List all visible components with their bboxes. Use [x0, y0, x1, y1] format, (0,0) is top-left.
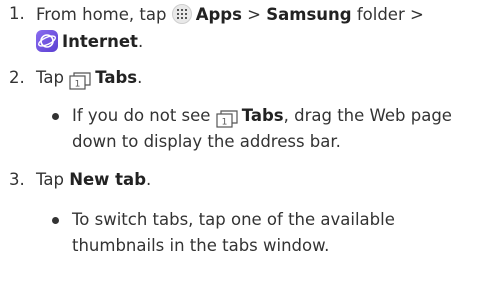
step-text-line: From home, tap Apps > Samsung folder >	[36, 4, 424, 25]
bullet-dot	[52, 113, 59, 120]
step-text-line: Tap 1 Tabs.	[36, 68, 142, 92]
tabs-icon: 1	[69, 72, 91, 92]
step-text: Tap	[36, 68, 70, 87]
samsung-label: Samsung	[266, 5, 352, 24]
step-number: 1.	[9, 4, 25, 23]
bullet-dot	[52, 217, 59, 224]
apps-label: Apps	[195, 5, 242, 24]
tabs-icon: 1	[216, 110, 238, 130]
bullet-text-line: If you do not see 1 Tabs, drag the Web p…	[72, 106, 452, 130]
step-text-line: Tap New tab.	[36, 170, 151, 190]
step-number: 2.	[9, 68, 25, 87]
bullet-text-line: thumbnails in the tabs window.	[72, 236, 330, 255]
step-text: .	[146, 170, 152, 189]
samsung-internet-icon	[36, 30, 58, 52]
new-tab-label: New tab	[69, 170, 147, 189]
internet-label: Internet	[62, 32, 138, 51]
step-number: 3.	[9, 170, 25, 189]
tabs-icon-digit: 1	[221, 118, 227, 128]
bullet-text-line: To switch tabs, tap one of the available	[72, 210, 395, 229]
step-text-line: Internet.	[36, 30, 143, 52]
step-text: From home, tap	[36, 5, 172, 24]
bullet-text: If you do not see	[72, 106, 216, 125]
step-text: Tap	[36, 170, 70, 189]
bullet-text: , drag the Web page	[283, 106, 452, 125]
step-text: .	[137, 32, 144, 51]
tabs-icon-digit: 1	[75, 80, 81, 90]
tabs-label: Tabs	[241, 106, 284, 125]
separator: >	[241, 5, 267, 24]
step-text: .	[137, 68, 143, 87]
step-text: folder >	[351, 5, 424, 24]
tabs-label: Tabs	[95, 68, 138, 87]
bullet-text-line: down to display the address bar.	[72, 132, 341, 151]
apps-grid-icon	[171, 4, 192, 24]
